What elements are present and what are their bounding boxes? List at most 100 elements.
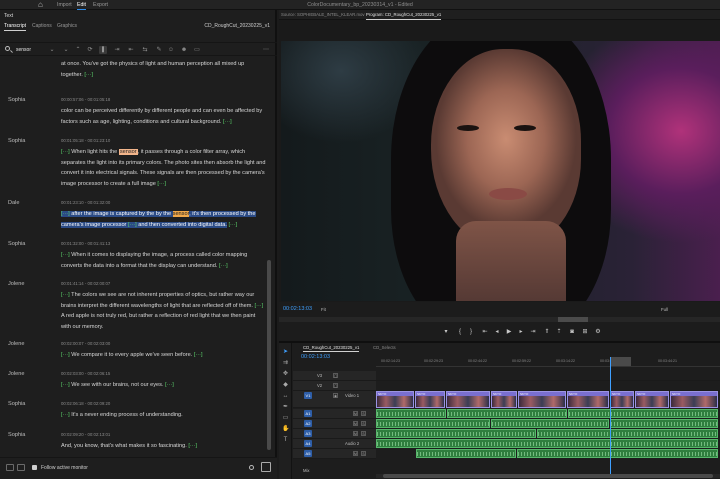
gap-marker[interactable]: [···]	[194, 352, 203, 358]
refresh-icon[interactable]: ⟳	[86, 46, 94, 54]
video-clip[interactable]: SKYO	[635, 391, 669, 408]
mute-button[interactable]: M	[353, 431, 358, 436]
chevron-down-icon[interactable]: ⌄	[62, 46, 70, 54]
pause-icon[interactable]: ∥	[99, 46, 107, 54]
gap-marker[interactable]: [···]	[84, 72, 93, 78]
panel-view-icon[interactable]	[17, 464, 25, 471]
tab-source[interactable]: Source: SOPHIEBALE_INTEL_KLEAR.mov	[281, 12, 365, 17]
audio-clip[interactable]	[517, 449, 718, 458]
audio-clip[interactable]	[376, 419, 490, 428]
tab-graphics[interactable]: Graphics	[57, 23, 77, 29]
speaker-name[interactable]: Sophia	[8, 97, 25, 103]
list-view-icon[interactable]	[6, 464, 14, 471]
video-clip[interactable]: SKYO	[446, 391, 490, 408]
speaker-name[interactable]: Jolene	[8, 341, 24, 347]
extract-icon[interactable]: ⇡	[555, 328, 563, 336]
fit-view-icon[interactable]	[261, 462, 271, 472]
follow-monitor-checkbox[interactable]	[32, 465, 37, 470]
insert-icon[interactable]: ⇥	[113, 46, 121, 54]
track-target[interactable]: A1	[304, 410, 312, 417]
audio-clip[interactable]	[447, 409, 567, 418]
playhead-region[interactable]	[611, 357, 631, 366]
video-clip[interactable]: SKYO	[376, 391, 414, 408]
step-back-icon[interactable]: ◂	[493, 328, 501, 336]
gap-marker[interactable]: [···]	[157, 181, 166, 187]
track-header-a3[interactable]: A3 M S	[293, 429, 376, 439]
timeline-tracks[interactable]: SKYO SKYO SKYO SKYO SKYO SKYO SKYO SKYO …	[376, 371, 720, 461]
step-forward-icon[interactable]: ▸	[517, 328, 525, 336]
speaker-name[interactable]: Jolene	[8, 371, 24, 377]
audio-clip[interactable]	[416, 449, 516, 458]
pencil-icon[interactable]: ✎	[155, 46, 163, 54]
video-clip[interactable]: SKYO	[670, 391, 718, 408]
solo-button[interactable]: S	[361, 421, 366, 426]
chevron-up-icon[interactable]: ⌃	[74, 46, 82, 54]
audio-clip[interactable]	[610, 419, 718, 428]
tab-transcript[interactable]: Transcript	[4, 23, 27, 31]
program-timecode[interactable]: 00:02:13:03	[283, 306, 312, 312]
out-point-icon[interactable]: }	[467, 328, 475, 336]
gap-marker[interactable]: [···]	[165, 382, 174, 388]
gap-marker[interactable]: [···]	[61, 149, 70, 155]
gap-marker[interactable]: [···]	[61, 352, 70, 358]
audio-clip[interactable]	[568, 409, 718, 418]
track-header-v1[interactable]: V1 Video 1 ◉	[293, 391, 376, 408]
timeline-timecode[interactable]: 00:02:13:03	[301, 354, 330, 360]
gap-marker[interactable]: [···]	[61, 292, 70, 298]
multi-speaker-icon[interactable]: ☻	[180, 46, 188, 54]
rectangle-tool-icon[interactable]: ▭	[282, 415, 289, 422]
tab-captions[interactable]: Captions	[32, 23, 52, 29]
speaker-name[interactable]: Sophia	[8, 241, 25, 247]
gap-marker[interactable]: [···]	[188, 443, 197, 449]
compare-icon[interactable]: ⊞	[581, 328, 589, 336]
play-icon[interactable]: ▶	[505, 328, 513, 336]
video-clip[interactable]: SKYO	[491, 391, 517, 408]
caption-icon[interactable]: ▭	[193, 46, 201, 54]
transcript-list[interactable]: at once. You've got the physics of light…	[0, 57, 266, 457]
track-target[interactable]: V1	[304, 392, 312, 399]
in-point-icon[interactable]: {	[456, 328, 464, 336]
marker-icon[interactable]: ▾	[442, 328, 450, 336]
export-frame-icon[interactable]: ◙	[568, 328, 576, 336]
speaker-name[interactable]: Sophia	[8, 401, 25, 407]
settings-icon[interactable]: ⚙	[594, 328, 602, 336]
selected-text[interactable]: [···] after the image is captured by the…	[61, 211, 256, 228]
scrollbar-thumb[interactable]	[267, 260, 271, 450]
tab-roughcut-sequence[interactable]: CD_RoughCut_20230225_v1	[303, 345, 360, 352]
selection-tool-icon[interactable]: ➤	[282, 349, 289, 356]
eye-icon[interactable]: ◉	[333, 393, 338, 398]
mute-button[interactable]: M	[353, 451, 358, 456]
track-target[interactable]: A2	[304, 420, 312, 427]
mute-button[interactable]: M	[353, 411, 358, 416]
type-tool-icon[interactable]: T	[282, 437, 289, 444]
audio-clip[interactable]	[376, 429, 536, 438]
lock-icon[interactable]: ▢	[333, 383, 338, 388]
track-target[interactable]: A5	[304, 450, 312, 457]
search-input[interactable]	[16, 46, 68, 54]
resolution-dropdown[interactable]: Full	[661, 307, 668, 312]
program-video-frame[interactable]	[281, 41, 720, 301]
gap-marker[interactable]: [···]	[228, 222, 237, 228]
playhead[interactable]	[610, 357, 611, 477]
zoom-fit-dropdown[interactable]: Fit	[321, 307, 326, 312]
tab-selects-sequence[interactable]: CD_Selects	[373, 345, 396, 350]
hand-tool-icon[interactable]: ✋	[282, 426, 289, 433]
go-to-in-icon[interactable]: ⇤	[481, 328, 489, 336]
mute-button[interactable]: M	[353, 421, 358, 426]
speaker-name[interactable]: Jolene	[8, 281, 24, 287]
track-header-v2[interactable]: V2 ▢	[293, 381, 376, 391]
monitor-time-ruler[interactable]	[279, 317, 720, 322]
track-header-v3[interactable]: V3 ▢	[293, 371, 376, 381]
gap-marker[interactable]: [···]	[255, 303, 264, 309]
track-lane-v3[interactable]	[376, 371, 720, 381]
video-clip[interactable]: SKYO	[518, 391, 566, 408]
timeline-scrollbar-thumb[interactable]	[383, 474, 713, 478]
search-options-icon[interactable]: ⌄	[48, 46, 56, 54]
track-target[interactable]: A4	[304, 440, 312, 447]
speaker-name[interactable]: Sophia	[8, 432, 25, 438]
lock-icon[interactable]: ▢	[333, 373, 338, 378]
solo-button[interactable]: S	[361, 451, 366, 456]
track-target[interactable]: A3	[304, 430, 312, 437]
go-to-out-icon[interactable]: ⇥	[529, 328, 537, 336]
video-clip[interactable]: SKYO	[610, 391, 634, 408]
